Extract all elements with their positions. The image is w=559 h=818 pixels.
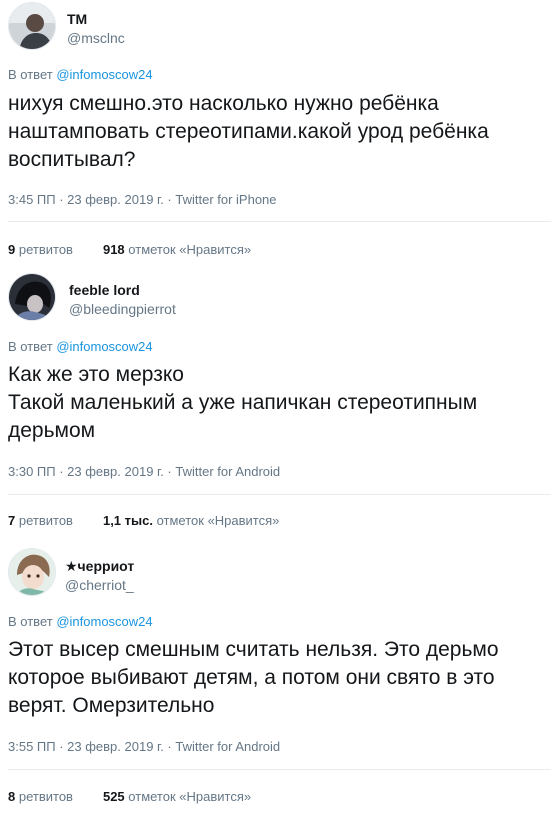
tweet-text-line: верят. Омерзительно <box>8 694 215 717</box>
display-name[interactable]: ТМ <box>67 11 87 27</box>
tweet-timestamp[interactable]: 3:30 ПП · 23 февр. 2019 г. · Twitter for… <box>8 464 280 479</box>
dark-portrait-icon <box>9 274 55 320</box>
tweet-text-line: Как же это мерзко <box>8 363 184 386</box>
user-handle[interactable]: @msclnc <box>67 30 125 46</box>
likes-stat[interactable]: 525 отметок «Нравится» <box>103 789 251 804</box>
reply-to-link[interactable]: @infomoscow24 <box>56 614 152 629</box>
user-handle[interactable]: @cherriot_ <box>65 577 134 593</box>
display-name[interactable]: ★черриот <box>65 558 134 575</box>
divider <box>8 494 551 495</box>
retweets-stat[interactable]: 7 ретвитов <box>8 513 73 528</box>
divider <box>8 769 551 770</box>
retweets-stat[interactable]: 9 ретвитов <box>8 242 73 257</box>
reply-to-link[interactable]: @infomoscow24 <box>56 67 152 82</box>
tweet-timestamp[interactable]: 3:55 ПП · 23 февр. 2019 г. · Twitter for… <box>8 739 280 754</box>
tweet-3: ★черриот @cherriot_ В ответ @infomoscow2… <box>0 545 559 818</box>
reply-prefix: В ответ <box>8 614 53 629</box>
likes-stat[interactable]: 918 отметок «Нравится» <box>103 242 251 257</box>
tweet-timestamp[interactable]: 3:45 ПП · 23 февр. 2019 г. · Twitter for… <box>8 192 277 207</box>
tweet-text-line: Этот высер смешным считать нельзя. Это д… <box>8 638 499 661</box>
tweet-2: feeble lord @bleedingpierrot В ответ @in… <box>0 270 559 540</box>
anime-character-icon <box>9 549 55 595</box>
retweets-stat[interactable]: 8 ретвитов <box>8 789 73 804</box>
tweet-text-line: Такой маленький а уже напичкан стереотип… <box>8 391 478 414</box>
reply-to-link[interactable]: @infomoscow24 <box>56 339 152 354</box>
user-handle[interactable]: @bleedingpierrot <box>69 301 176 317</box>
tweet-text-line: которое выбивают детям, а потом они свят… <box>8 666 495 689</box>
reply-to-line: В ответ @infomoscow24 <box>8 614 153 629</box>
avatar[interactable] <box>8 2 56 50</box>
tweet-text-line: нихуя смешно.это насколько нужно ребёнка <box>8 92 439 115</box>
tweet-text-line: наштамповать стереотипами.какой урод реб… <box>8 120 489 143</box>
reply-to-line: В ответ @infomoscow24 <box>8 339 153 354</box>
divider <box>8 221 551 222</box>
reply-prefix: В ответ <box>8 67 53 82</box>
likes-stat[interactable]: 1,1 тыс. отметок «Нравится» <box>103 513 279 528</box>
display-name[interactable]: feeble lord <box>69 282 140 298</box>
tweet-stats: 8 ретвитов 525 отметок «Нравится» <box>8 789 251 804</box>
tweet-text: Как же это мерзко Такой маленький а уже … <box>8 361 553 445</box>
reply-to-line: В ответ @infomoscow24 <box>8 67 153 82</box>
tweet-text-line: воспитывал? <box>8 148 136 171</box>
tweet-text: Этот высер смешным считать нельзя. Это д… <box>8 636 553 720</box>
reply-prefix: В ответ <box>8 339 53 354</box>
tweet-text-line: дерьмом <box>8 419 96 442</box>
tweet-text: нихуя смешно.это насколько нужно ребёнка… <box>8 90 553 174</box>
person-photo-icon <box>9 3 55 49</box>
tweet-stats: 7 ретвитов 1,1 тыс. отметок «Нравится» <box>8 513 279 528</box>
avatar[interactable] <box>8 273 56 321</box>
tweet-stats: 9 ретвитов 918 отметок «Нравится» <box>8 242 251 257</box>
avatar[interactable] <box>8 548 56 596</box>
tweet-1: ТМ @msclnc В ответ @infomoscow24 нихуя с… <box>0 0 559 262</box>
